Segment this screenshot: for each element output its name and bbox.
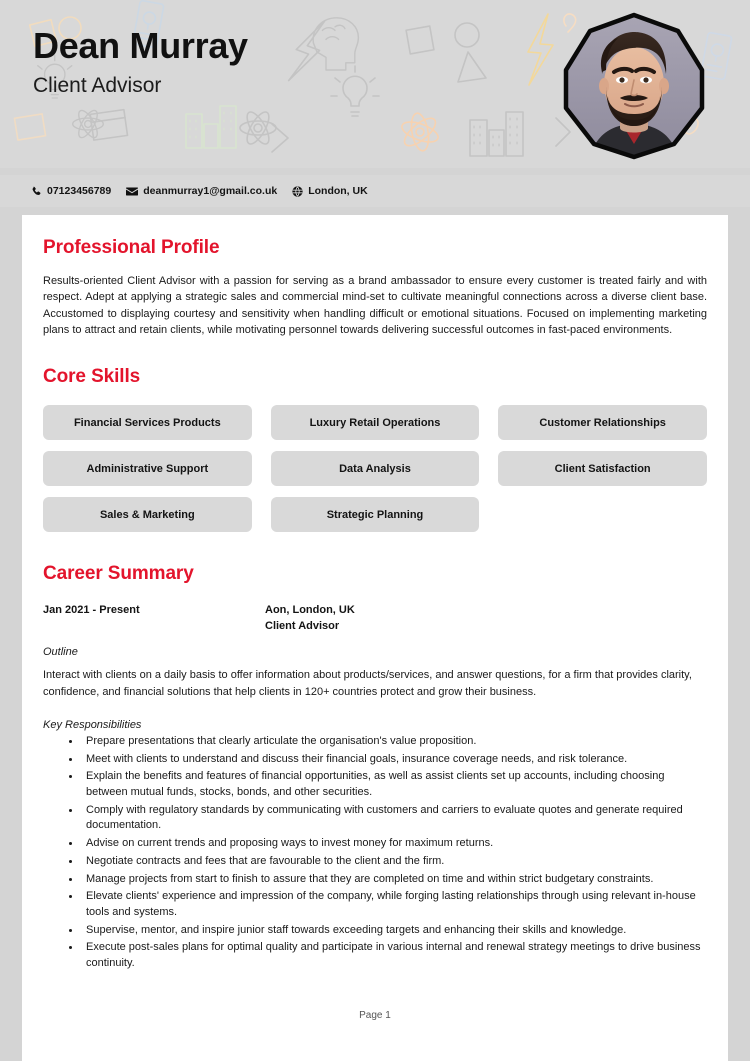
job-role: Client Advisor	[265, 619, 340, 632]
section-title-core-skills: Core Skills	[43, 366, 141, 388]
page-title: Dean Murray	[33, 25, 248, 66]
contact-location-text: London, UK	[308, 185, 368, 197]
header-job-title: Client Advisor	[33, 73, 162, 97]
list-item: Manage projects from start to finish to …	[43, 872, 707, 888]
globe-icon	[292, 185, 303, 197]
job-employer: Aon, London, UK	[265, 604, 355, 617]
list-item: Negotiate contracts and fees that are fa…	[43, 854, 707, 870]
contact-bar: 07123456789 deanmurray1@gmail.co.uk Lond…	[0, 175, 750, 207]
outline-label: Outline	[43, 646, 78, 659]
skill-pill: Sales & Marketing	[43, 497, 252, 533]
job-employer-role: Aon, London, UK Client Advisor	[265, 603, 355, 634]
list-item: Execute post-sales plans for optimal qua…	[43, 940, 707, 971]
skill-pill: Customer Relationships	[498, 405, 707, 441]
page-footer: Page 1	[359, 1010, 391, 1021]
job-dates: Jan 2021 - Present	[43, 604, 140, 617]
list-item: Meet with clients to understand and disc…	[43, 752, 707, 768]
skill-pill: Data Analysis	[270, 451, 480, 487]
contact-location[interactable]: London, UK	[292, 185, 368, 197]
skill-pill: Financial Services Products	[43, 405, 252, 441]
envelope-icon	[126, 186, 139, 197]
outline-text: Interact with clients on a daily basis t…	[43, 669, 692, 698]
header-banner: Dean Murray Client Advisor	[0, 0, 750, 168]
resume-page: Dean Murray Client Advisor 07123456789 d…	[0, 0, 750, 1061]
skill-pill: Administrative Support	[43, 451, 252, 487]
core-skills-grid: Financial Services Products Luxury Retai…	[43, 405, 707, 533]
section-title-career-summary: Career Summary	[43, 563, 194, 585]
list-item: Explain the benefits and features of fin…	[43, 769, 707, 800]
contact-email[interactable]: deanmurray1@gmail.co.uk	[126, 185, 277, 197]
contact-phone-text: 07123456789	[47, 185, 112, 197]
key-responsibilities-list: Prepare presentations that clearly artic…	[43, 734, 707, 972]
skill-pill: Client Satisfaction	[498, 451, 707, 487]
section-title-professional-profile: Professional Profile	[43, 237, 220, 258]
list-item: Comply with regulatory standards by comm…	[43, 803, 707, 834]
header-text-block: Dean Murray Client Advisor	[33, 27, 248, 97]
skill-pill: Luxury Retail Operations	[270, 405, 480, 441]
phone-icon	[31, 186, 42, 197]
contact-email-text: deanmurray1@gmail.co.uk	[143, 185, 278, 197]
list-item: Elevate clients' experience and impressi…	[43, 889, 707, 920]
job-entry-header: Jan 2021 - Present Aon, London, UK Clien…	[43, 603, 707, 634]
professional-profile-text: Results-oriented Client Advisor with a p…	[43, 275, 707, 336]
skill-pill: Strategic Planning	[270, 497, 480, 533]
contact-phone[interactable]: 07123456789	[31, 185, 111, 197]
avatar	[562, 12, 706, 160]
key-responsibilities-label: Key Responsibilities	[43, 718, 142, 731]
resume-content-card: Professional Profile Results-oriented Cl…	[22, 215, 728, 1061]
list-item: Prepare presentations that clearly artic…	[43, 734, 707, 750]
list-item: Advise on current trends and proposing w…	[43, 836, 707, 852]
list-item: Supervise, mentor, and inspire junior st…	[43, 923, 707, 939]
